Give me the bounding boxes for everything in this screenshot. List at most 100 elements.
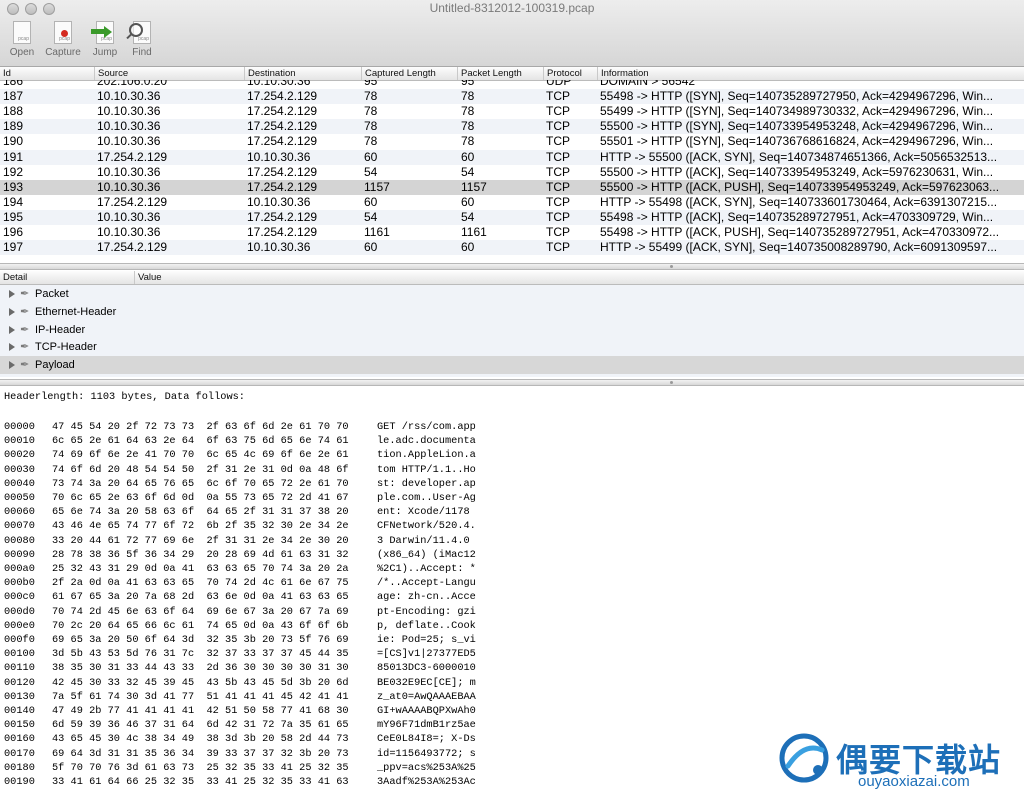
- paperclip-icon: ✒: [20, 305, 30, 318]
- hex-ascii: mY96F71dmB1rz5ae: [377, 719, 476, 732]
- hex-row: 000b0 2f 2a 0d 0a 41 63 63 65 70 74 2d 4c…: [0, 576, 480, 590]
- hex-ascii: st: developer.ap: [377, 477, 476, 490]
- packet-row[interactable]: 187 10.10.30.36 17.254.2.129 78 78 TCP 55498 -…: [0, 89, 1024, 105]
- packet-cell-info: 55498 -> HTTP ([SYN], Seq=14073528972795…: [600, 89, 994, 104]
- hex-row: 000a0 25 32 43 31 29 0d 0a 41 63 63 65 70…: [0, 562, 480, 576]
- packet-cell-proto: TCP: [546, 240, 570, 255]
- column-header-packet-length[interactable]: Packet Length: [457, 67, 543, 80]
- hex-offset: 00090: [4, 548, 35, 561]
- packet-row[interactable]: 197 17.254.2.129 10.10.30.36 60 60 TCP HTTP ->…: [0, 240, 1024, 256]
- tree-item[interactable]: ✒ IP-Header: [0, 321, 1024, 339]
- packet-cell-cap: 1157: [364, 179, 390, 194]
- watermark-logo-icon: [779, 733, 829, 783]
- packet-cell-dst: 10.10.30.36: [247, 80, 311, 88]
- packet-cell-src: 10.10.30.36: [97, 225, 161, 239]
- packet-cell-cap: 54: [364, 209, 378, 224]
- packet-cell-cap: 60: [364, 194, 378, 209]
- hex-row: 00070 43 46 4e 65 74 77 6f 72 6b 2f 35 32…: [0, 519, 480, 533]
- packet-row[interactable]: 186 202.106.0.20 10.10.30.36 95 95 UDP DOMAIN …: [0, 80, 1024, 89]
- hex-offset: 00020: [4, 449, 35, 462]
- packet-cell-dst: 10.10.30.36: [247, 194, 311, 209]
- hex-row: 00150 6d 59 39 36 46 37 31 64 6d 42 31 72…: [0, 718, 480, 732]
- hex-bytes: 73 74 3a 20 64 65 76 65 6c 6f 70 65 72 2…: [52, 477, 349, 490]
- hex-bytes: 43 65 45 30 4c 38 34 49 38 3d 3b 20 58 2…: [52, 733, 349, 746]
- find-button[interactable]: pcap Find: [120, 20, 164, 58]
- packet-row[interactable]: 189 10.10.30.36 17.254.2.129 78 78 TCP 55500 -…: [0, 119, 1024, 135]
- packet-row[interactable]: 190 10.10.30.36 17.254.2.129 78 78 TCP 55501 -…: [0, 134, 1024, 149]
- hex-bytes: 61 67 65 3a 20 7a 68 2d 63 6e 0d 0a 41 6…: [52, 591, 349, 604]
- hex-bytes: 43 46 4e 65 74 77 6f 72 6b 2f 35 32 30 2…: [52, 520, 349, 533]
- hex-ascii: 3 Darwin/11.4.0: [377, 534, 476, 547]
- hex-row: 000f0 69 65 3a 20 50 6f 64 3d 32 35 3b 20…: [0, 633, 480, 647]
- column-header-protocol[interactable]: Protocol: [543, 67, 597, 80]
- packet-detail-splitter[interactable]: [0, 263, 1024, 270]
- tree-item-label: Payload: [35, 359, 75, 372]
- hex-bytes: 70 6c 65 2e 63 6f 6d 0d 0a 55 73 65 72 2…: [52, 492, 349, 504]
- detail-tree[interactable]: ✒ Packet ✒ Ethernet-Header ✒ IP-Header ✒ TCP-He…: [0, 285, 1024, 377]
- packet-cell-id: 197: [3, 240, 24, 255]
- window-titlebar: Untitled-8312012-100319.pcap pcap Open p…: [0, 0, 1024, 67]
- hex-bytes: 69 64 3d 31 31 35 36 34 39 33 37 37 32 3…: [52, 747, 349, 760]
- packet-cell-info: 55499 -> HTTP ([SYN], Seq=14073498973033…: [600, 104, 994, 119]
- packet-cell-src: 10.10.30.36: [97, 179, 161, 194]
- hex-offset: 00060: [4, 506, 35, 519]
- packet-row[interactable]: 196 10.10.30.36 17.254.2.129 1161 1161 TCP 554…: [0, 225, 1024, 240]
- hex-bytes: 28 78 38 36 5f 36 34 29 20 28 69 4d 61 6…: [52, 548, 349, 561]
- packet-row[interactable]: 195 10.10.30.36 17.254.2.129 54 54 TCP 55498 -…: [0, 209, 1024, 225]
- column-header-information[interactable]: Information: [597, 67, 1024, 80]
- column-header-destination[interactable]: Destination: [244, 67, 361, 80]
- column-header-captured-length[interactable]: Captured Length: [361, 67, 457, 80]
- tree-item-label: Packet: [35, 288, 69, 300]
- tree-item[interactable]: ✒ TCP-Header: [0, 338, 1024, 356]
- packet-row[interactable]: 193 10.10.30.36 17.254.2.129 1157 1157 TCP 555…: [0, 179, 1024, 195]
- disclosure-triangle-icon[interactable]: [9, 343, 15, 352]
- packet-cell-info: DOMAIN > 56542: [600, 80, 696, 88]
- hex-offset: 000f0: [4, 634, 35, 646]
- packet-cell-dst: 17.254.2.129: [247, 134, 318, 149]
- hex-ascii: tom HTTP/1.1..Ho: [377, 463, 476, 476]
- capture-button[interactable]: pcap Capture: [41, 20, 85, 58]
- column-header-detail[interactable]: Detail: [0, 271, 134, 284]
- packet-cell-dst: 10.10.30.36: [247, 149, 311, 164]
- packet-cell-cap: 78: [364, 104, 378, 119]
- open-button[interactable]: pcap Open: [0, 20, 44, 58]
- packet-row[interactable]: 191 17.254.2.129 10.10.30.36 60 60 TCP HTTP ->…: [0, 149, 1024, 165]
- hex-offset: 000b0: [4, 577, 35, 590]
- disclosure-triangle-icon[interactable]: [9, 325, 15, 334]
- packet-cell-info: 55500 -> HTTP ([ACK], Seq=14073395495324…: [600, 164, 994, 179]
- tree-item[interactable]: ✒ Payload: [0, 356, 1024, 374]
- hex-bytes: 6c 65 2e 61 64 63 2e 64 6f 63 75 6d 65 6…: [52, 435, 349, 448]
- packet-row[interactable]: 188 10.10.30.36 17.254.2.129 78 78 TCP 55499 -…: [0, 104, 1024, 119]
- disclosure-triangle-icon[interactable]: [9, 307, 15, 316]
- packet-cell-src: 17.254.2.129: [97, 194, 168, 209]
- packet-row[interactable]: 194 17.254.2.129 10.10.30.36 60 60 TCP HTTP ->…: [0, 195, 1024, 210]
- packet-cell-id: 190: [3, 134, 24, 149]
- packet-cell-proto: TCP: [546, 164, 570, 179]
- column-header-source[interactable]: Source: [94, 67, 244, 80]
- packet-cell-proto: UDP: [546, 80, 572, 88]
- hex-offset: 00180: [4, 761, 35, 774]
- tree-item[interactable]: ✒ Packet: [0, 285, 1024, 303]
- detail-header: Detail Value: [0, 271, 1024, 285]
- paperclip-icon: ✒: [20, 323, 30, 336]
- packet-cell-info: HTTP -> 55499 ([ACK, SYN], Seq=140735008…: [600, 240, 998, 255]
- packet-cell-cap: 60: [364, 149, 378, 164]
- hex-row: 00050 70 6c 65 2e 63 6f 6d 0d 0a 55 73 65…: [0, 491, 480, 505]
- packet-cell-info: 55500 -> HTTP ([SYN], Seq=14073395495324…: [600, 119, 994, 134]
- packet-cell-len: 60: [461, 149, 475, 164]
- packet-cell-id: 195: [3, 209, 24, 224]
- column-header-value[interactable]: Value: [134, 271, 1024, 284]
- packet-cell-info: 55501 -> HTTP ([SYN], Seq=14073676861682…: [600, 134, 994, 149]
- column-header-id[interactable]: Id: [0, 67, 94, 80]
- disclosure-triangle-icon[interactable]: [9, 290, 15, 298]
- hex-row: 00100 3d 5b 43 53 5d 76 31 7c 32 37 33 37…: [0, 647, 480, 661]
- disclosure-triangle-icon[interactable]: [9, 361, 15, 370]
- hex-bytes: 42 45 30 33 32 45 39 45 43 5b 43 45 5d 3…: [52, 676, 349, 689]
- detail-hex-splitter[interactable]: [0, 379, 1024, 386]
- packet-cell-cap: 54: [364, 164, 378, 179]
- hex-row: 000c0 61 67 65 3a 20 7a 68 2d 63 6e 0d 0a…: [0, 590, 480, 604]
- tree-item[interactable]: ✒ Ethernet-Header: [0, 303, 1024, 321]
- packet-cell-dst: 17.254.2.129: [247, 89, 318, 104]
- packet-row[interactable]: 192 10.10.30.36 17.254.2.129 54 54 TCP 55500 -…: [0, 165, 1024, 180]
- packet-list[interactable]: 186 202.106.0.20 10.10.30.36 95 95 UDP DOMAIN …: [0, 80, 1024, 262]
